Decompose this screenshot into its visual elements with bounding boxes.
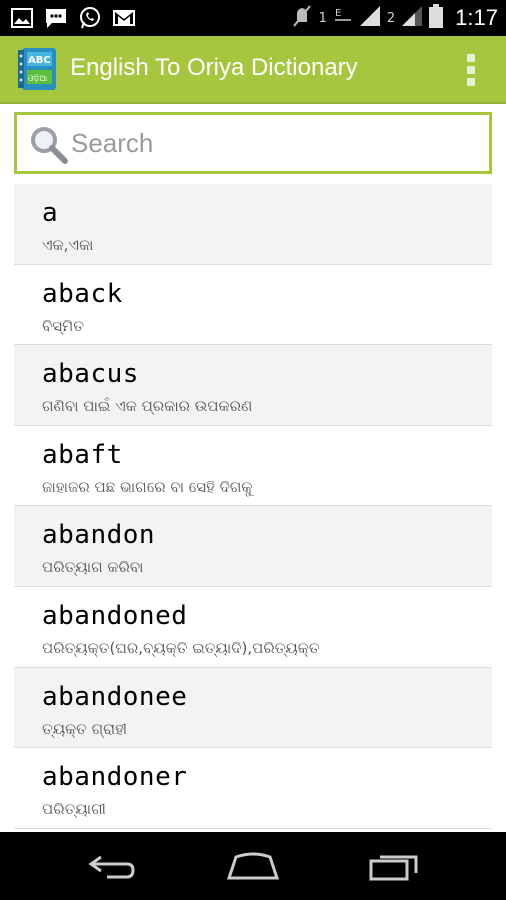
word-label: abandoner [42, 762, 188, 793]
list-item[interactable]: abandon ପରିତ୍ୟାଗ କରିବା [14, 506, 492, 587]
meaning-label: ବିସ୍ମିତ [42, 316, 84, 335]
word-label: abaft [42, 439, 123, 470]
sim2-label: 2 [386, 10, 396, 26]
search-icon [29, 125, 69, 165]
data-icon: E [333, 4, 353, 32]
word-label: a [42, 198, 59, 228]
list-item[interactable]: abandoner ପରିତ୍ୟାଗୀ [14, 748, 492, 829]
battery-icon [429, 4, 444, 32]
overflow-menu-icon[interactable] [466, 54, 476, 86]
recent-apps-icon[interactable] [366, 850, 422, 882]
action-bar: ABC ଓଡ଼ିଆ English To Oriya Dictionary [0, 36, 506, 104]
list-item[interactable]: aback ବିସ୍ମିତ [14, 265, 492, 346]
signal1-icon [359, 5, 381, 31]
meaning-label: ଜାହାଜର ପଛ ଭାଗରେ ବା ସେହି ଦିଗକୁ [42, 477, 253, 496]
sim1-label: 1 [318, 10, 327, 26]
app-title: English To Oriya Dictionary [70, 54, 358, 81]
search-input[interactable] [71, 123, 471, 163]
svg-text:ଓଡ଼ିଆ: ଓଡ଼ିଆ [28, 74, 47, 83]
meaning-label: ଗଣିବା ପାଇଁ ଏକ ପ୍ରକାର ଉପକରଣ [42, 397, 253, 416]
word-label: abacus [42, 359, 139, 390]
svg-text:ABC: ABC [28, 55, 51, 66]
clock: 1:17 [455, 5, 498, 30]
list-item[interactable]: abandoned ପରିତ୍ୟକ୍ତ(ଘର,ବ୍ୟକ୍ତି ଇତ୍ୟାଦି),… [14, 587, 492, 668]
back-icon[interactable] [84, 850, 140, 882]
signal2-icon [401, 5, 423, 31]
word-label: abandon [42, 520, 156, 551]
svg-text:E: E [335, 8, 341, 19]
home-icon[interactable] [225, 850, 281, 882]
word-list: a ଏକ,ଏକା aback ବିସ୍ମିତ abacus ଗଣିବା ପାଇଁ… [14, 184, 492, 829]
word-label: aback [42, 278, 123, 309]
system-icons: 1 E 2 1:17 [291, 4, 498, 32]
meaning-label: ତ୍ୟକ୍ତ ଗ୍ରାହୀ [42, 719, 128, 738]
meaning-label: ଏକ,ଏକା [42, 236, 94, 254]
mute-icon [291, 4, 313, 32]
word-label: abandonee [42, 681, 188, 712]
navigation-bar [0, 832, 506, 900]
list-item[interactable]: abandonee ତ୍ୟକ୍ତ ଗ୍ରାହୀ [14, 667, 492, 749]
gmail-icon [112, 6, 136, 30]
chat-icon [44, 6, 68, 30]
word-label: abandoned [42, 600, 188, 631]
search-box[interactable] [14, 112, 492, 174]
status-bar: 1 E 2 1:17 [0, 0, 506, 36]
image-icon [10, 6, 34, 30]
meaning-label: ପରିତ୍ୟକ୍ତ(ଘର,ବ୍ୟକ୍ତି ଇତ୍ୟାଦି),ପରିତ୍ୟକ୍ତ [42, 638, 320, 657]
list-item[interactable]: abaft ଜାହାଜର ପଛ ଭାଗରେ ବା ସେହି ଦିଗକୁ [14, 426, 492, 507]
list-item[interactable]: abacus ଗଣିବା ପାଇଁ ଏକ ପ୍ରକାର ଉପକରଣ [14, 345, 492, 426]
app-logo-icon: ABC ଓଡ଼ିଆ [18, 46, 58, 92]
main-content: a ଏକ,ଏକା aback ବିସ୍ମିତ abacus ଗଣିବା ପାଇଁ… [0, 104, 506, 832]
meaning-label: ପରିତ୍ୟାଗ କରିବା [42, 558, 144, 577]
notification-icons [10, 6, 136, 30]
list-item[interactable]: a ଏକ,ଏକା [14, 184, 492, 265]
whatsapp-icon [78, 6, 102, 30]
meaning-label: ପରିତ୍ୟାଗୀ [42, 800, 106, 819]
